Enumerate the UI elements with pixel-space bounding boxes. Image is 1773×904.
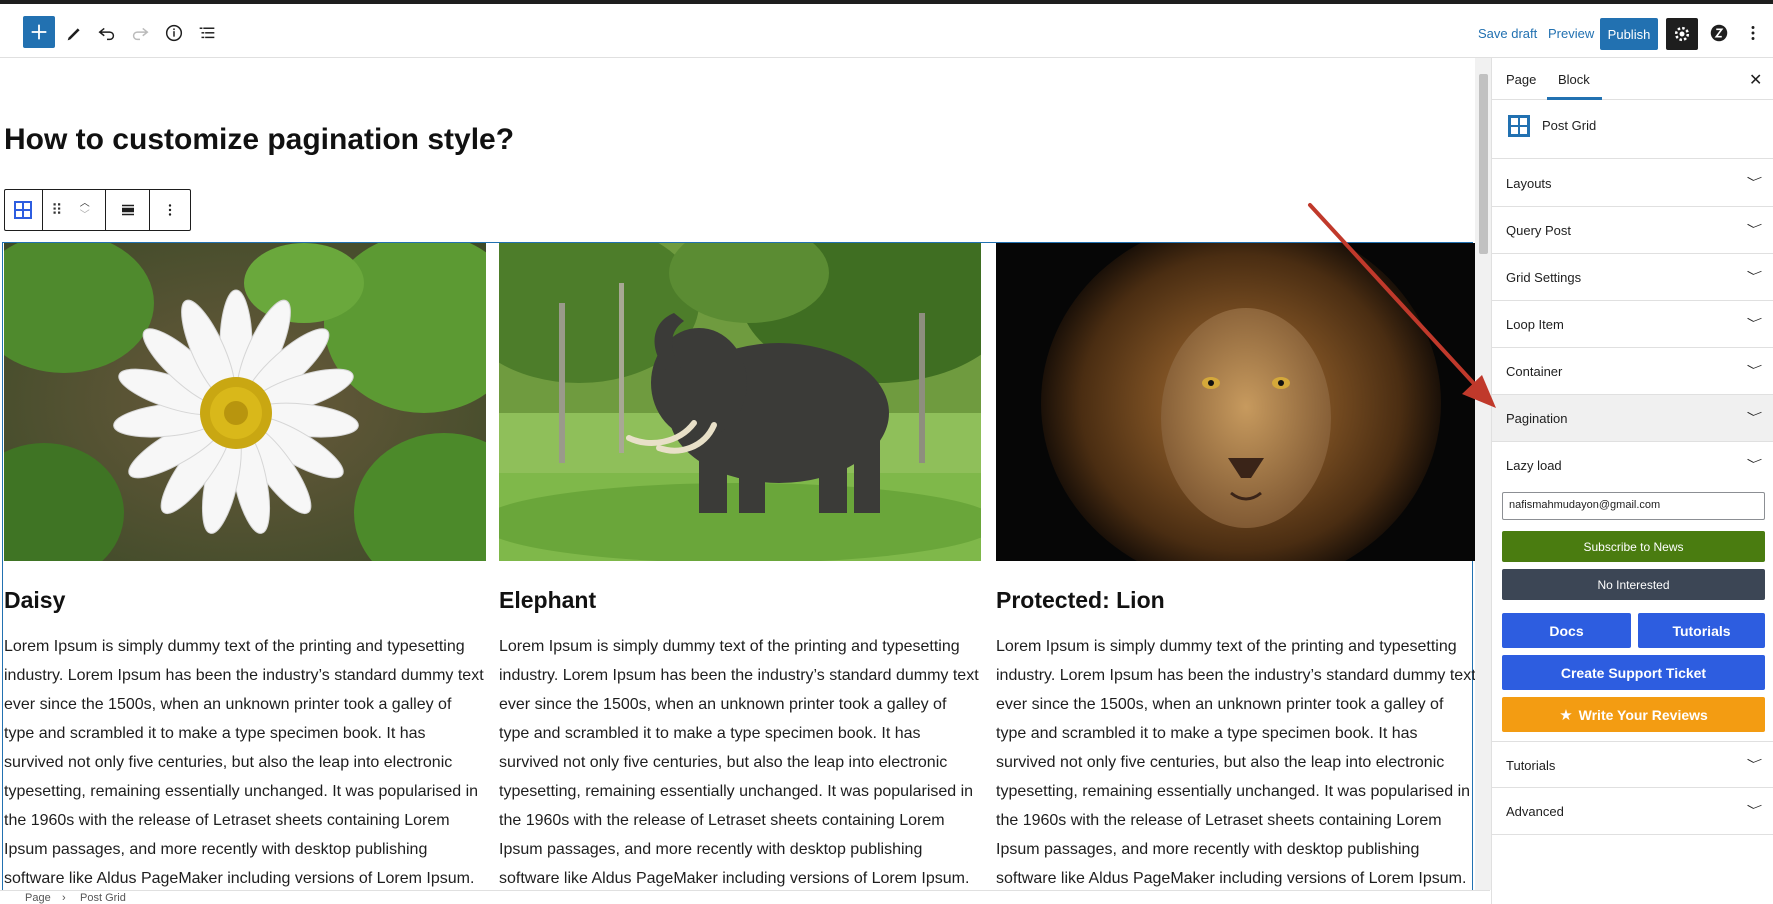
pencil-icon [67,28,80,41]
post-grid-icon [1508,115,1530,137]
tools-button[interactable] [59,17,91,49]
editor-canvas[interactable]: How to customize pagination style? ⠿ ︿ ﹀ [0,58,1475,890]
plugin-button[interactable] [1703,17,1735,49]
settings-button[interactable] [1666,18,1698,50]
chevron-down-icon: ﹀ [1743,177,1760,189]
panel-grid-settings[interactable]: Grid Settings ﹀ [1492,254,1773,301]
tab-page[interactable]: Page [1506,72,1536,87]
chevron-down-icon: ﹀ [1743,365,1760,377]
scrollbar-thumb[interactable] [1479,74,1488,254]
block-card: Post Grid [1492,100,1773,159]
daisy-image [4,243,486,561]
panel-label: Layouts [1506,176,1552,191]
chevron-down-icon: ﹀ [1743,805,1760,817]
more-vertical-icon [168,204,172,216]
panel-label: Container [1506,364,1563,379]
chevron-down-icon: ﹀ [1743,271,1760,283]
create-support-ticket-button[interactable]: Create Support Ticket [1502,655,1765,690]
block-name: Post Grid [1542,118,1597,133]
post-card: Elephant Lorem Ipsum is simply dummy tex… [499,243,981,890]
preview-button[interactable]: Preview [1548,26,1594,41]
details-button[interactable] [158,17,190,49]
redo-icon [132,27,149,41]
settings-sidebar: Page Block ✕ Post Grid Layouts ﹀ Query P… [1491,58,1773,904]
panel-label: Lazy load [1506,458,1562,473]
panel-label: Pagination [1506,411,1568,426]
lion-image [996,243,1475,561]
panel-pagination[interactable]: Pagination ﹀ [1492,395,1773,442]
list-view-button[interactable] [191,17,223,49]
redo-button[interactable] [124,17,156,49]
plus-icon [31,24,47,40]
elephant-image [499,243,981,561]
more-vertical-icon [1751,26,1755,40]
tab-block[interactable]: Block [1558,72,1590,87]
post-title[interactable]: Daisy [4,587,486,614]
write-reviews-label: Write Your Reviews [1578,706,1708,723]
close-icon[interactable]: ✕ [1749,70,1762,90]
plugin-logo-icon [1710,24,1728,42]
post-excerpt: Lorem Ipsum is simply dummy text of the … [499,638,979,887]
page-title[interactable]: How to customize pagination style? [4,123,514,157]
panel-query-post[interactable]: Query Post ﹀ [1492,207,1773,254]
not-interested-button[interactable]: No Interested [1502,569,1765,600]
chevron-down-icon: ﹀ [1743,224,1760,236]
info-icon [165,24,183,42]
subscribe-button[interactable]: Subscribe to News [1502,531,1765,562]
panel-layouts[interactable]: Layouts ﹀ [1492,160,1773,207]
block-options-button[interactable] [150,190,190,230]
canvas-scrollbar[interactable] [1475,58,1491,890]
sidebar-tabs: Page Block ✕ [1492,58,1773,100]
editor-top-toolbar: Save draft Preview Publish [0,0,1773,58]
chevron-down-icon: ﹀ [1743,412,1760,424]
post-excerpt: Lorem Ipsum is simply dummy text of the … [996,638,1475,887]
post-title[interactable]: Elephant [499,587,981,614]
post-grid-icon [14,201,33,219]
undo-button[interactable] [91,17,123,49]
options-menu-button[interactable] [1737,17,1769,49]
drag-handle-icon[interactable]: ⠿ [43,201,71,219]
list-view-icon [199,27,215,39]
post-card: Protected: Lion Lorem Ipsum is simply du… [996,243,1475,890]
chevron-down-icon: ﹀ [1743,459,1760,471]
align-wide-icon [121,204,134,216]
block-type-button[interactable] [5,190,43,230]
undo-icon [98,27,115,41]
panel-label: Query Post [1506,223,1572,238]
post-title[interactable]: Protected: Lion [996,587,1475,614]
publish-button[interactable]: Publish [1600,18,1658,50]
move-down-icon[interactable]: ﹀ [80,210,90,222]
write-reviews-button[interactable]: ★ Write Your Reviews [1502,697,1765,732]
email-field[interactable]: nafismahmudayon@gmail.com [1502,492,1765,520]
add-block-button[interactable] [23,16,55,48]
breadcrumb-separator: › [62,892,66,904]
move-up-icon[interactable]: ︿ [80,198,90,210]
panel-label: Tutorials [1506,758,1556,773]
panel-label: Advanced [1506,804,1564,819]
block-toolbar: ⠿ ︿ ﹀ [4,189,191,231]
panel-lazy-load[interactable]: Lazy load ﹀ [1492,442,1773,489]
panel-tutorials[interactable]: Tutorials ﹀ [1492,741,1773,788]
star-icon: ★ [1559,706,1573,724]
post-card: Daisy Lorem Ipsum is simply dummy text o… [4,243,486,890]
breadcrumb: Page › Post Grid [0,890,1490,904]
tutorials-button[interactable]: Tutorials [1638,613,1765,648]
gear-icon [1674,26,1690,42]
panel-advanced[interactable]: Advanced ﹀ [1492,788,1773,835]
move-buttons[interactable]: ︿ ﹀ [71,198,99,222]
panel-loop-item[interactable]: Loop Item ﹀ [1492,301,1773,348]
chevron-down-icon: ﹀ [1743,318,1760,330]
panel-label: Grid Settings [1506,270,1582,285]
breadcrumb-page[interactable]: Page [25,892,51,904]
panel-container[interactable]: Container ﹀ [1492,348,1773,395]
save-draft-button[interactable]: Save draft [1478,26,1537,41]
docs-button[interactable]: Docs [1502,613,1631,648]
breadcrumb-post-grid[interactable]: Post Grid [80,892,126,904]
align-button[interactable] [106,190,151,230]
chevron-down-icon: ﹀ [1743,759,1760,771]
panel-label: Loop Item [1506,317,1564,332]
post-excerpt: Lorem Ipsum is simply dummy text of the … [4,638,484,887]
